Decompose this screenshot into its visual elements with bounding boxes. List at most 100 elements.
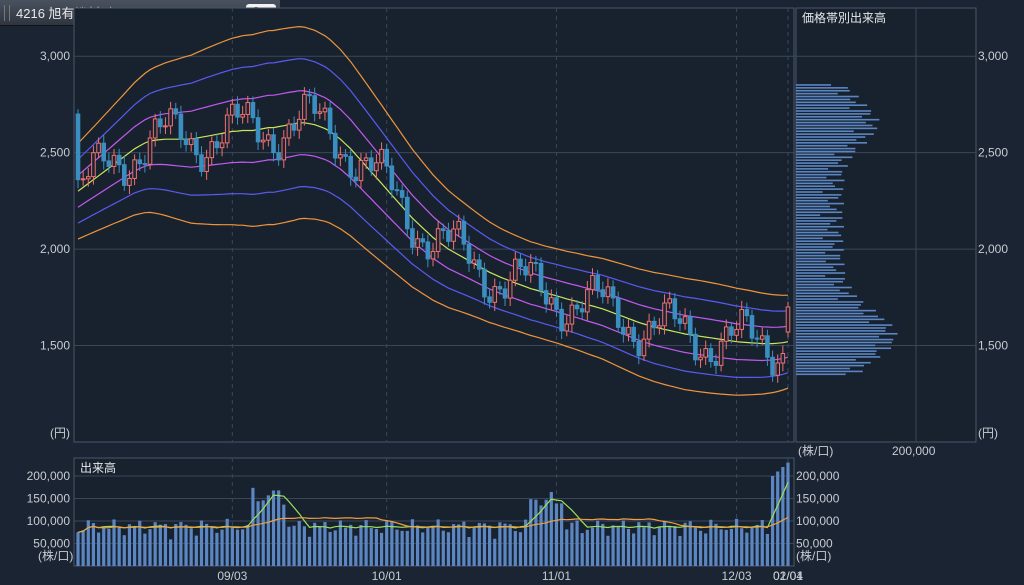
candle-body [209,141,215,159]
volume-tick-label: 200,000 [27,469,71,483]
volume-bar [122,535,126,566]
candle-body [122,164,127,186]
profile-bar [796,165,848,167]
profile-bar [796,327,886,329]
candle-body [116,154,122,166]
candle-body [199,154,204,173]
stock-chart[interactable]: 1,500 1,500 2,000 2,000 2,500 2,500 3,000 3,000… [0,0,1024,585]
candle-body [219,142,225,149]
volume-bar [271,490,276,566]
volume-bar [673,525,677,566]
candle-body [152,118,158,139]
volume-bar [560,503,564,566]
profile-bar [796,257,841,260]
volume-bar [349,524,353,566]
candle-body [687,316,693,335]
candle-body [718,340,724,366]
candle-body [250,102,256,119]
date-tick-label: 12/03 [722,569,752,583]
candle-body [507,279,513,299]
volume-bar [246,524,250,566]
volume-tick-label: 100,000 [27,514,71,528]
volume-bar [184,524,188,566]
profile-bar [796,153,835,156]
profile-bar [796,278,845,280]
profile-bar [796,188,844,190]
volume-bar [426,526,430,566]
candle-body [559,308,564,332]
volume-bar [498,522,502,566]
profile-bar [796,295,858,297]
candle-body [425,241,431,260]
volume-bar [107,528,111,566]
candle-body [332,132,338,159]
profile-bar [796,211,843,214]
candle-body [466,243,472,264]
candle-body [600,289,606,298]
candle-body [230,103,235,116]
profile-bar [796,260,826,263]
candle-body [667,298,672,304]
volume-bar [518,532,523,566]
volume-bar [210,526,214,566]
volume-bar [632,533,636,566]
volume-bar [457,524,461,566]
volume-bar [132,526,137,566]
volume-bar [575,520,579,566]
candle-body [497,286,503,290]
profile-bar [796,159,842,161]
volume-bar [282,504,286,566]
candle-body [554,297,559,310]
volume-bar [179,522,183,566]
candle-body [85,176,91,180]
profile-bar [796,170,843,173]
volume-bar [333,530,337,566]
candle-body [693,333,698,361]
candle-body [224,114,230,144]
candle-body [343,154,348,157]
volume-bar [421,532,425,566]
profile-bar [796,121,866,124]
candle-body [276,152,281,161]
candle-body [404,196,410,230]
volume-bar [405,530,409,566]
profile-bar [796,283,834,286]
volume-bar [554,503,559,566]
volume-panel-title: 出来高 [80,460,116,475]
volume-bar [544,499,548,566]
volume-bar [693,527,697,566]
price-panel [73,7,795,443]
profile-bar [796,321,870,324]
profile-bar [796,364,864,367]
price-tick-label-right: 2,000 [978,242,1008,256]
profile-bar [796,147,856,150]
price-tick-label: 1,500 [40,339,70,353]
profile-bar [796,318,885,321]
volume-bar [606,535,610,566]
price-tick-label-right: 2,500 [978,146,1008,160]
candle-body [672,298,678,320]
price-tick-label-right: 1,500 [978,339,1008,353]
candle-body [384,148,389,167]
volume-bar [230,527,234,566]
volume-bar [256,501,260,566]
profile-bar [796,179,845,182]
profile-bar [796,312,864,315]
candle-body [569,304,575,325]
profile-bar [796,315,879,318]
profile-bar [796,292,849,295]
volume-bar [328,531,332,566]
volume-bar [719,529,723,566]
volume-bar [745,532,749,566]
candle-body [451,228,456,242]
profile-bar [796,324,893,326]
volume-unit-label-right: (株/口) [796,548,831,563]
volume-bar [431,527,435,566]
candle-body [291,123,297,131]
volume-bar [616,527,620,566]
candle-body [348,155,353,178]
candle-body [595,274,600,291]
candle-body [168,108,173,127]
candle-body [759,335,765,340]
candle-body [415,238,420,248]
